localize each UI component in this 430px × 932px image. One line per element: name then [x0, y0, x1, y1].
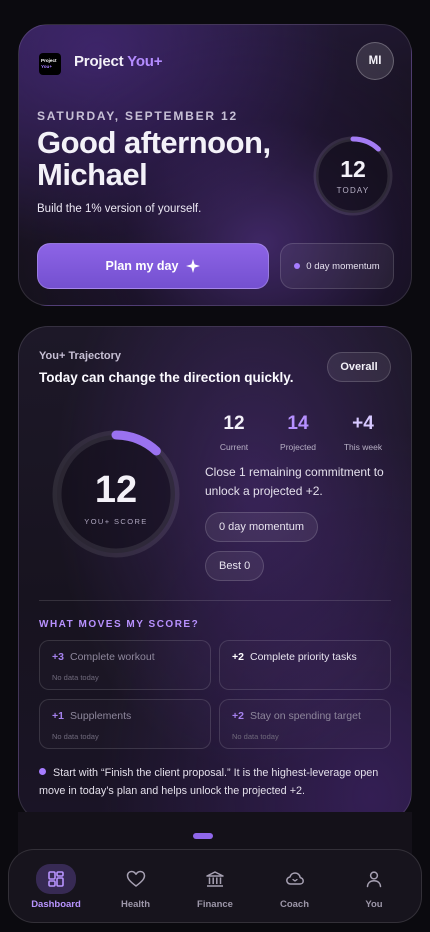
tab-finance[interactable]: Finance — [176, 850, 254, 922]
greeting-title: Good afternoon, Michael — [37, 125, 271, 192]
move-status: No data today — [52, 673, 99, 682]
bank-icon — [206, 871, 224, 887]
tab-you[interactable]: You — [335, 850, 413, 922]
plan-my-day-button[interactable]: Plan my day — [37, 243, 269, 289]
tab-dashboard[interactable]: Dashboard — [17, 850, 95, 922]
best-pill[interactable]: Best 0 — [205, 551, 265, 581]
tab-label: Finance — [197, 899, 233, 910]
user-icon — [366, 871, 382, 888]
bottom-tab-bar: Dashboard Health Finance Coach You — [8, 849, 422, 923]
move-item-workout[interactable]: +3 Complete workout No data today — [39, 640, 211, 690]
score-label: YOU+ SCORE — [84, 517, 148, 526]
stat-projected-label: Projected — [280, 442, 316, 452]
tagline: Build the 1% version of yourself. — [37, 203, 202, 215]
trajectory-headline: Today can change the direction quickly. — [39, 370, 294, 385]
move-points: +2 — [232, 651, 244, 663]
move-item-priority-tasks[interactable]: +2 Complete priority tasks — [219, 640, 391, 690]
move-item-spending[interactable]: +2 Stay on spending target No data today — [219, 699, 391, 749]
insight-text: Start with “Finish the client proposal.”… — [39, 767, 379, 797]
stat-this-week-value: +4 — [352, 413, 374, 434]
momentum-pill[interactable]: 0 day momentum — [205, 512, 318, 542]
score-value: 12 — [94, 469, 138, 511]
stat-projected-value: 14 — [287, 413, 309, 434]
stat-current: 12 Current — [204, 413, 264, 452]
move-item-supplements[interactable]: +1 Supplements No data today — [39, 699, 211, 749]
trajectory-description: Close 1 remaining commitment to unlock a… — [205, 465, 384, 498]
move-points: +3 — [52, 651, 64, 663]
momentum-chip-label: 0 day momentum — [306, 260, 380, 272]
today-score-ring: 12 TODAY — [311, 134, 395, 218]
tab-label: You — [365, 899, 383, 910]
drag-handle[interactable] — [193, 833, 213, 839]
stat-current-label: Current — [219, 442, 249, 452]
hero-card: Project You+ Project You+ MI SATURDAY, S… — [18, 24, 412, 306]
move-title: Complete workout — [69, 651, 155, 663]
today-score-value: 12 — [340, 156, 366, 182]
sparkle-icon — [186, 259, 201, 273]
move-points: +2 — [232, 710, 244, 722]
avatar[interactable]: MI — [356, 42, 394, 80]
move-title: Stay on spending target — [249, 710, 361, 722]
tab-label: Dashboard — [31, 899, 81, 910]
stat-this-week-label: This week — [343, 442, 383, 452]
trajectory-label: You+ Trajectory — [39, 350, 122, 362]
momentum-chip[interactable]: 0 day momentum — [280, 243, 394, 289]
dashboard-icon — [48, 871, 64, 887]
divider — [39, 600, 391, 601]
tab-label: Coach — [279, 899, 310, 910]
app-logo: Project You+ — [39, 53, 61, 75]
heart-icon — [126, 870, 145, 887]
date-label: SATURDAY, SEPTEMBER 12 — [37, 109, 238, 123]
move-title: Supplements — [69, 710, 132, 722]
stat-current-value: 12 — [223, 413, 245, 434]
score-ring: 12 YOU+ SCORE — [49, 427, 183, 561]
move-status: No data today — [232, 732, 279, 741]
stat-projected: 14 Projected — [268, 413, 328, 452]
stat-this-week: +4 This week — [333, 413, 393, 452]
insight-dot-icon — [39, 768, 46, 775]
tab-health[interactable]: Health — [97, 850, 175, 922]
today-score-label: TODAY — [336, 186, 370, 195]
plan-my-day-label: Plan my day — [105, 259, 179, 273]
tab-coach[interactable]: Coach — [256, 850, 334, 922]
overall-filter-button[interactable]: Overall — [327, 352, 391, 382]
moves-title: WHAT MOVES MY SCORE? — [39, 619, 200, 630]
move-status: No data today — [52, 732, 99, 741]
cloud-icon — [285, 872, 304, 885]
tab-label: Health — [120, 899, 151, 910]
move-title: Complete priority tasks — [249, 651, 357, 663]
momentum-dot-icon — [294, 263, 301, 269]
move-points: +1 — [52, 710, 64, 722]
app-title: Project You+ — [74, 53, 163, 70]
trajectory-card: You+ Trajectory Today can change the dir… — [18, 326, 412, 822]
